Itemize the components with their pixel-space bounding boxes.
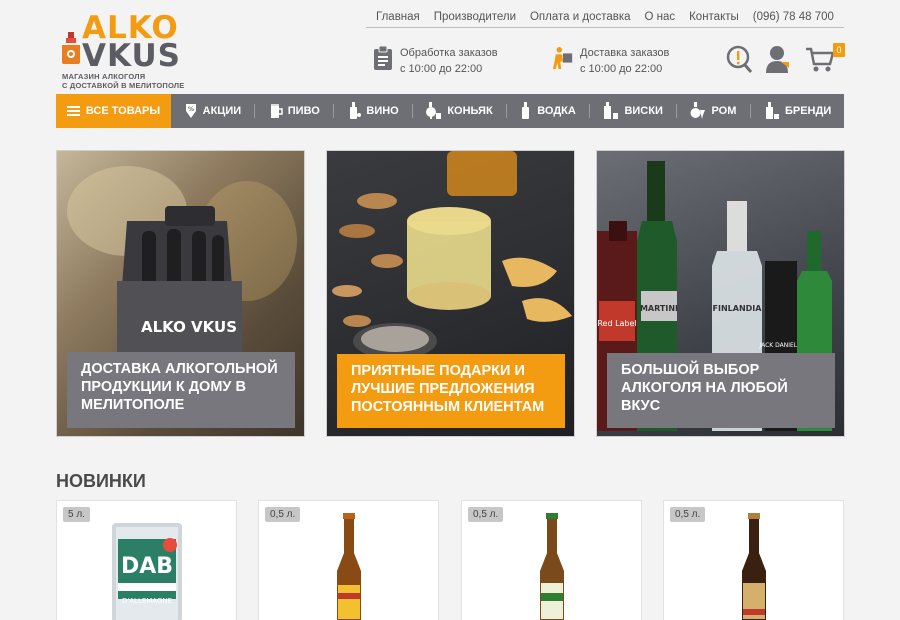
rum-glass-icon [690, 102, 706, 119]
beer-glass-icon [270, 104, 283, 118]
box-logo-text: ALKO VKUS [141, 318, 237, 336]
all-products-button[interactable]: ВСЕ ТОВАРЫ [56, 94, 171, 128]
banner-gifts-caption: ПРИЯТНЫЕ ПОДАРКИ И ЛУЧШИЕ ПРЕДЛОЖЕНИЯ ПО… [337, 354, 565, 428]
menu-item-cognac[interactable]: КОНЬЯК [426, 102, 493, 120]
menu-item-rum[interactable]: РОМ [690, 102, 736, 120]
menu-item-beer[interactable]: ПИВО [269, 103, 320, 119]
menu-item-sales[interactable]: % АКЦИИ [184, 103, 242, 119]
product-label-dab: DAB [120, 554, 172, 579]
product-image-bottle [539, 513, 564, 620]
nav-about[interactable]: О нас [645, 11, 676, 23]
menu-label-beer: ПИВО [287, 105, 320, 117]
search-icon[interactable] [725, 44, 753, 74]
volume-badge: 0,5 л. [265, 507, 301, 522]
menu-divider [676, 104, 678, 118]
bottle-label-4: JACK DANIEL'S [758, 342, 802, 349]
menu-divider [333, 104, 335, 118]
logo-subtitle-1: МАГАЗИН АЛКОГОЛЯ [62, 72, 146, 81]
menu-divider [254, 104, 256, 118]
bottle-label-3: FINLANDIA [713, 304, 763, 313]
volume-badge: 5 л. [63, 507, 90, 522]
banner-gifts[interactable]: ПРИЯТНЫЕ ПОДАРКИ И ЛУЧШИЕ ПРЕДЛОЖЕНИЯ ПО… [326, 150, 575, 437]
product-image-keg: DAB D'ALLEMAGNE [111, 523, 182, 620]
banner-selection[interactable]: Red Label MARTINI FINLANDIA JACK DANIEL'… [596, 150, 845, 437]
product-card[interactable]: 5 л. DAB D'ALLEMAGNE [56, 500, 237, 620]
cart-count-badge: 0 [833, 43, 845, 57]
menu-item-brandy[interactable]: БРЕНДИ [764, 102, 831, 120]
volume-badge: 0,5 л. [670, 507, 706, 522]
product-image-bottle [741, 513, 766, 620]
section-title-new: НОВИНКИ [56, 471, 146, 491]
top-nav: Главная Производители Оплата и доставка … [366, 6, 844, 28]
site-logo[interactable]: ALKO VKUS МАГАЗИН АЛКОГОЛЯ С ДОСТАВКОЙ В… [56, 10, 186, 90]
logo-subtitle-2: С ДОСТАВКОЙ В МЕЛИТОПОЛЕ [62, 81, 185, 90]
menu-label-sales: АКЦИИ [202, 105, 242, 117]
bottle-label-2: MARTINI [640, 304, 678, 313]
nav-contacts[interactable]: Контакты [689, 11, 739, 23]
volume-badge: 0,5 л. [468, 507, 504, 522]
menu-label-rum: РОМ [711, 105, 737, 117]
menu-item-wine[interactable]: ВИНО [347, 102, 399, 120]
menu-label-vodka: ВОДКА [537, 105, 576, 117]
banner-delivery[interactable]: ALKO VKUS ДОСТАВКА АЛКОГОЛЬНОЙ ПРОДУКЦИИ… [56, 150, 305, 437]
whisky-bottle-icon [604, 102, 619, 119]
sale-tag-icon: % [185, 104, 196, 118]
menu-divider [505, 104, 507, 118]
catalog-menu: ВСЕ ТОВАРЫ % АКЦИИ ПИВО ВИНО КОНЬЯК ВОДК… [56, 94, 844, 128]
hamburger-icon [66, 106, 80, 116]
all-products-label: ВСЕ ТОВАРЫ [85, 105, 161, 117]
brandy-bottle-icon [765, 102, 779, 119]
menu-item-whisky[interactable]: ВИСКИ [603, 102, 663, 120]
courier-icon [552, 47, 573, 69]
bottle-logo-icon [62, 32, 80, 64]
banner-delivery-caption: ДОСТАВКА АЛКОГОЛЬНОЙ ПРОДУКЦИИ К ДОМУ В … [67, 352, 295, 428]
wine-bottle-icon [350, 102, 362, 119]
banner-selection-caption: БОЛЬШОЙ ВЫБОР АЛКОГОЛЯ НА ЛЮБОЙ ВКУС [607, 353, 835, 428]
order-delivery-hours: с 10:00 до 22:00 [580, 63, 663, 75]
svg-text:%: % [188, 106, 194, 113]
logo-vkus: VKUS [82, 38, 181, 74]
product-sublabel: D'ALLEMAGNE [121, 597, 171, 605]
nav-payment-delivery[interactable]: Оплата и доставка [530, 11, 631, 23]
bottle-label-1: Red Label [597, 319, 636, 328]
order-delivery-title: Доставка заказов [580, 47, 670, 59]
menu-label-wine: ВИНО [366, 105, 399, 117]
menu-divider [749, 104, 751, 118]
menu-label-whisky: ВИСКИ [624, 105, 663, 117]
order-delivery-info: Доставка заказов с 10:00 до 22:00 [552, 45, 669, 77]
menu-divider [412, 104, 414, 118]
menu-label-cognac: КОНЬЯК [447, 105, 493, 117]
cart-icon[interactable] [805, 44, 835, 74]
product-card[interactable]: 0,5 л. [461, 500, 642, 620]
order-processing-title: Обработка заказов [400, 47, 498, 59]
product-card[interactable]: 0,5 л. [258, 500, 439, 620]
menu-label-brandy: БРЕНДИ [784, 105, 832, 117]
phone-number[interactable]: (096) 78 48 700 [753, 11, 834, 23]
cognac-glass-icon [426, 102, 442, 119]
menu-item-vodka[interactable]: ВОДКА [520, 102, 576, 120]
vodka-bottle-icon [522, 102, 530, 119]
menu-divider [589, 104, 591, 118]
nav-producers[interactable]: Производители [434, 11, 516, 23]
product-card[interactable]: 0,5 л. [663, 500, 844, 620]
nav-home[interactable]: Главная [376, 11, 420, 23]
clipboard-icon [374, 45, 392, 70]
user-icon[interactable] [765, 44, 791, 74]
product-image-bottle [336, 513, 361, 620]
order-processing-info: Обработка заказов с 10:00 до 22:00 [372, 45, 498, 77]
order-processing-hours: с 10:00 до 22:00 [400, 63, 483, 75]
